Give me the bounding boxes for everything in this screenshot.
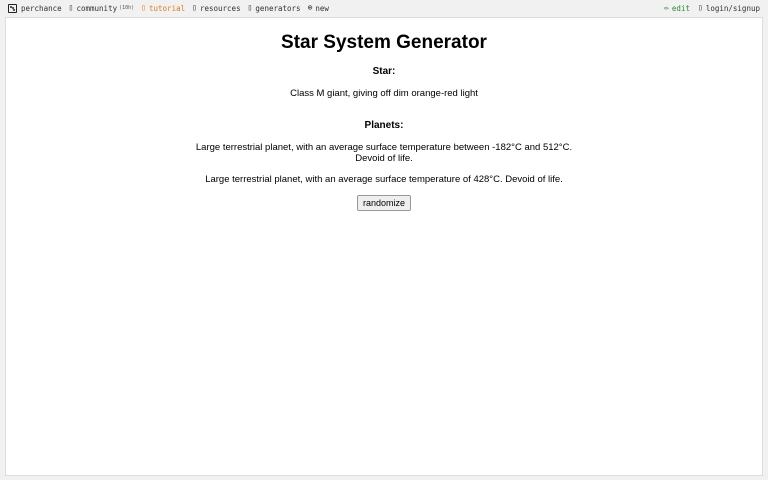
community-badge: (10h) — [119, 5, 135, 11]
book-icon: ▯ — [141, 3, 146, 12]
nav-tutorial[interactable]: ▯ tutorial — [141, 3, 185, 13]
generators-icon: ▯ — [247, 3, 253, 12]
nav-login-label: login/signup — [705, 3, 760, 13]
user-icon: ▯ — [697, 3, 703, 12]
top-nav-bar: perchance ▯ community (10h) ▯ tutorial ▯… — [0, 0, 768, 16]
nav-tutorial-label: tutorial — [149, 3, 186, 13]
nav-edit[interactable]: ✏ edit — [664, 3, 690, 13]
nav-resources[interactable]: ▯ resources — [192, 3, 240, 13]
nav-right: ✏ edit ▯ login/signup — [656, 2, 760, 14]
nav-resources-label: resources — [199, 3, 241, 13]
nav-brand-label: perchance — [21, 3, 62, 13]
nav-left: perchance ▯ community (10h) ▯ tutorial ▯… — [8, 2, 336, 14]
planets-label: Planets: — [364, 120, 404, 131]
planet-item: Large terrestrial planet, with an averag… — [205, 174, 563, 185]
nav-generators-label: generators — [255, 3, 301, 13]
nav-community-label: community — [76, 3, 118, 13]
nav-brand[interactable]: perchance — [8, 3, 62, 13]
page-title: Star System Generator — [281, 32, 487, 53]
chat-icon: ▯ — [68, 3, 74, 12]
resources-icon: ▯ — [192, 3, 197, 12]
nav-edit-label: edit — [671, 3, 690, 13]
nav-generators[interactable]: ▯ generators — [248, 3, 301, 13]
planet-item: Large terrestrial planet, with an averag… — [195, 142, 573, 164]
star-label: Star: — [372, 66, 396, 77]
star-description: Class M giant, giving off dim orange-red… — [290, 88, 478, 99]
nav-community[interactable]: ▯ community (10h) — [69, 3, 135, 13]
pencil-icon: ✏ — [664, 3, 669, 12]
plus-circle-icon: ⊕ — [307, 3, 313, 12]
randomize-button[interactable]: randomize — [356, 195, 412, 211]
dice-icon — [8, 3, 17, 13]
nav-login[interactable]: ▯ login/signup — [698, 3, 760, 13]
nav-new[interactable]: ⊕ new — [308, 3, 329, 13]
generator-output-panel: Star System Generator Star: Class M gian… — [5, 17, 763, 476]
nav-new-label: new — [315, 3, 329, 13]
